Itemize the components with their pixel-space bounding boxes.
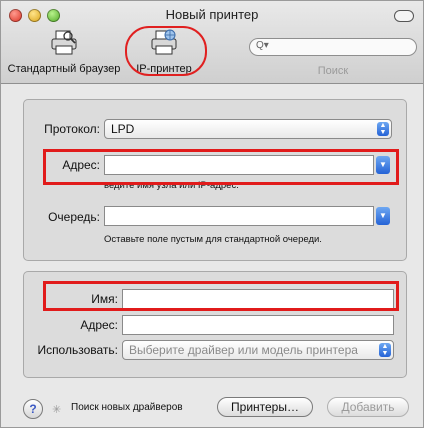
default-browser-tab[interactable]: Стандартный браузер — [5, 29, 123, 75]
address-label: Адрес: — [62, 158, 100, 172]
search-icon: Q▾ — [256, 40, 269, 51]
search-area: Q▾ Поиск — [249, 37, 417, 77]
popup-arrows-icon: ▲ ▼ — [377, 122, 389, 136]
queue-hint: Оставьте поле пустым для стандартной оче… — [104, 234, 322, 245]
printer-address-input[interactable] — [122, 315, 394, 335]
popup-arrows-icon: ▲ ▼ — [379, 343, 391, 357]
default-browser-label: Стандартный браузер — [7, 63, 121, 75]
printer-icon — [49, 29, 79, 57]
address-hint: ведите имя узла или IP-адрес. — [104, 180, 239, 191]
use-label: Использовать: — [37, 343, 118, 357]
new-printer-window: Новый принтер Стандартный браузер IP-при… — [0, 0, 424, 428]
address-input[interactable] — [104, 155, 374, 175]
address-dropdown-button[interactable]: ▼ — [376, 156, 390, 174]
search-input[interactable] — [249, 38, 417, 56]
toolbar-toggle-button[interactable] — [394, 10, 414, 22]
name-label: Имя: — [91, 292, 118, 306]
protocol-label: Протокол: — [44, 122, 100, 136]
progress-spinner-icon: ✳ — [52, 404, 62, 416]
queue-label: Очередь: — [48, 210, 100, 224]
window-title: Новый принтер — [165, 7, 259, 22]
search-label: Поиск — [317, 65, 349, 77]
driver-select[interactable]: Выберите драйвер или модель принтера ▲ ▼ — [122, 340, 394, 360]
status-text: Поиск новых драйверов — [71, 402, 183, 413]
printer-info-group: Имя: Адрес: Использовать: Выберите драйв… — [23, 271, 407, 378]
printers-button[interactable]: Принтеры… — [217, 397, 313, 417]
protocol-value: LPD — [111, 122, 135, 136]
connection-settings-group: Протокол: LPD ▲ ▼ Адрес: ▼ ведите имя узл… — [23, 99, 407, 261]
ip-printer-label: IP-принтер — [136, 63, 192, 75]
add-button[interactable]: Добавить — [327, 397, 409, 417]
printer-address-label: Адрес: — [80, 318, 118, 332]
window-toolbar: Новый принтер Стандартный браузер IP-при… — [1, 1, 423, 84]
queue-input[interactable] — [104, 206, 374, 226]
network-printer-icon — [149, 29, 179, 57]
queue-dropdown-button[interactable]: ▼ — [376, 207, 390, 225]
protocol-select[interactable]: LPD ▲ ▼ — [104, 119, 392, 139]
name-input[interactable] — [122, 289, 394, 309]
help-button[interactable]: ? — [23, 399, 43, 419]
ip-printer-tab[interactable]: IP-принтер — [128, 29, 200, 75]
driver-select-value: Выберите драйвер или модель принтера — [129, 343, 358, 357]
